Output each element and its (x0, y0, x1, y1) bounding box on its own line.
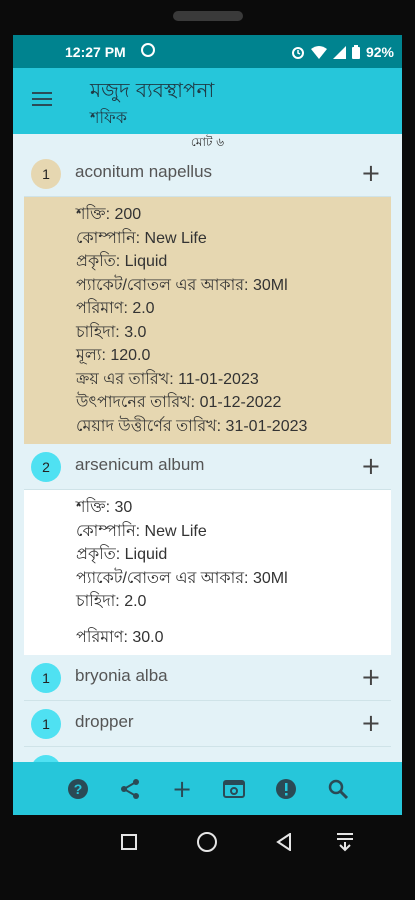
detail-line: চাহিদা: 2.0 (76, 593, 147, 610)
bottom-toolbar: ? + (13, 762, 402, 815)
search-icon[interactable] (326, 777, 350, 801)
detail-line: ক্রয় এর তারিখ: 11-01-2023 (76, 370, 259, 388)
item-header[interactable]: 1 dropper + (24, 702, 391, 747)
svg-text:?: ? (74, 781, 83, 797)
item-count-badge: 1 (31, 159, 61, 189)
list-item[interactable]: 1 dropper + (24, 702, 391, 747)
list-item[interactable]: 1 bryonia alba + (24, 656, 391, 701)
detail-line: শক্তি: 200 (76, 206, 142, 223)
home-icon[interactable] (196, 831, 218, 853)
total-count: মোট ৬ (190, 135, 225, 149)
item-header[interactable]: 1 aconitum napellus + (24, 152, 391, 197)
menu-icon[interactable] (32, 92, 52, 106)
view-icon[interactable] (222, 777, 246, 801)
detail-line (76, 614, 391, 626)
notifications-icon[interactable] (336, 832, 354, 852)
alert-icon[interactable] (274, 777, 298, 801)
recents-icon[interactable] (121, 834, 137, 850)
app-subtitle: শফিক (90, 108, 127, 127)
app-bar: মজুদ ব্যবস্থাপনা শফিক (13, 68, 402, 134)
help-icon[interactable]: ? (66, 777, 90, 801)
detail-line: চাহিদা: 3.0 (76, 323, 147, 341)
detail-line: কোম্পানি: New Life (76, 522, 207, 540)
battery-level: 92% (365, 44, 394, 60)
item-name: dropper (75, 712, 134, 731)
expand-icon[interactable]: + (361, 663, 381, 691)
wifi-icon (310, 45, 327, 59)
back-icon[interactable] (276, 833, 292, 851)
detail-line: মেয়াদ উত্তীর্ণের তারিখ: 31-01-2023 (76, 417, 308, 435)
item-name: arsenicum album (75, 455, 205, 474)
detail-line: প্রকৃতি: Liquid (76, 546, 168, 563)
item-header[interactable]: 2 arsenicum album + (24, 445, 391, 490)
status-icons: 92% (291, 44, 394, 60)
list-item: 1 aconitum napellus + শক্তি: 200 কোম্পান… (24, 152, 391, 444)
detail-line: প্রকৃতি: Liquid (76, 253, 168, 270)
nfc-icon (141, 43, 155, 57)
detail-line: প্যাকেট/বোতল এর আকার: 30Ml (76, 569, 288, 587)
add-icon[interactable]: + (170, 775, 194, 803)
status-time: 12:27 PM (65, 44, 126, 60)
system-nav-bar (0, 815, 415, 875)
detail-line: উৎপাদনের তারিখ: 01-12-2022 (76, 394, 282, 411)
app-screen: 12:27 PM 92% মজুদ ব্যবস্থাপনা শফিক মোট ৬… (13, 35, 402, 815)
detail-line: মূল্য: 120.0 (76, 347, 151, 364)
item-header[interactable]: 1 bryonia alba + (24, 656, 391, 701)
phone-speaker (173, 11, 243, 21)
expand-icon[interactable]: + (361, 709, 381, 737)
item-name: aconitum napellus (75, 162, 213, 181)
expand-icon[interactable]: + (361, 452, 381, 480)
item-details: শক্তি: 30 কোম্পানি: New Life প্রকৃতি: Li… (24, 490, 391, 655)
detail-line: প্যাকেট/বোতল এর আকার: 30Ml (76, 276, 288, 294)
alarm-icon (291, 47, 304, 59)
signal-icon (332, 45, 346, 59)
expand-icon[interactable]: + (361, 159, 381, 187)
list-item: 2 arsenicum album + শক্তি: 30 কোম্পানি: … (24, 445, 391, 655)
share-icon[interactable] (118, 777, 142, 801)
status-bar: 12:27 PM 92% (13, 35, 402, 68)
detail-line: কোম্পানি: New Life (76, 229, 207, 247)
detail-line: শক্তি: 30 (76, 499, 133, 516)
item-count-badge: 2 (31, 452, 61, 482)
detail-line: পরিমাণ: 2.0 (76, 300, 155, 317)
item-name: bryonia alba (75, 666, 168, 685)
battery-icon (351, 45, 360, 59)
item-count-badge: 1 (31, 663, 61, 693)
detail-line: পরিমাণ: 30.0 (76, 628, 164, 646)
item-details: শক্তি: 200 কোম্পানি: New Life প্রকৃতি: L… (24, 197, 391, 444)
item-count-badge: 1 (31, 709, 61, 739)
